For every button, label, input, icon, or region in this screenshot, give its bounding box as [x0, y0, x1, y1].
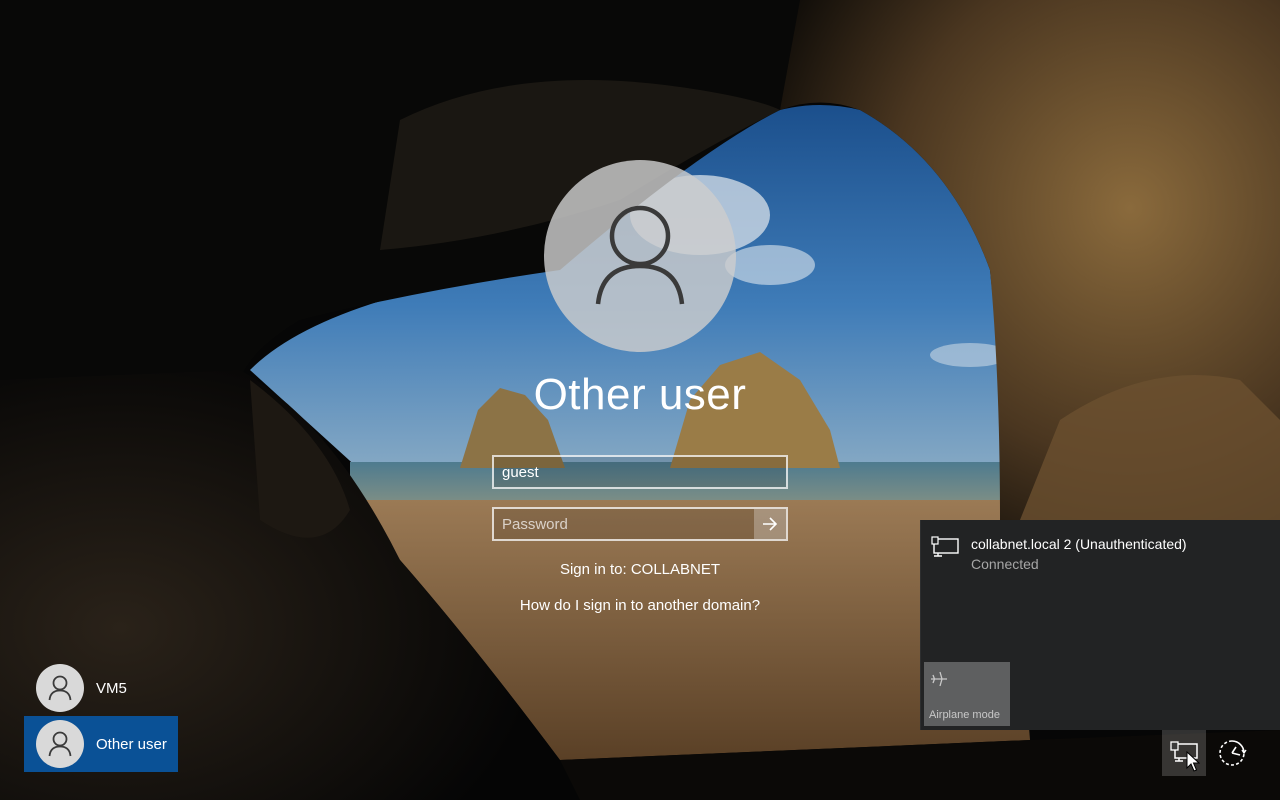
username-input[interactable]	[494, 457, 786, 487]
user-tile-name: VM5	[96, 679, 127, 697]
password-field-wrapper	[492, 507, 788, 541]
network-flyout: collabnet.local 2 (Unauthenticated) Conn…	[920, 520, 1280, 730]
user-tile-other-user[interactable]: Other user	[24, 716, 178, 772]
airplane-icon	[931, 671, 947, 687]
username-field-wrapper	[492, 455, 788, 489]
user-tile-name: Other user	[96, 735, 167, 753]
airplane-mode-toggle[interactable]: Airplane mode	[924, 662, 1010, 726]
user-list: VM5 Other user	[24, 660, 184, 772]
user-tile-vm5[interactable]: VM5	[24, 660, 178, 716]
network-name: collabnet.local 2 (Unauthenticated)	[971, 536, 1187, 552]
arrow-right-icon	[763, 517, 778, 531]
ease-of-access-button[interactable]	[1210, 730, 1254, 776]
person-icon	[48, 731, 72, 757]
person-icon	[595, 205, 685, 305]
user-avatar-small	[36, 664, 84, 712]
network-item[interactable]: collabnet.local 2 (Unauthenticated) Conn…	[931, 536, 1187, 572]
user-display-name: Other user	[533, 370, 747, 419]
other-domain-help-link[interactable]: How do I sign in to another domain?	[440, 597, 840, 614]
user-avatar-small	[36, 720, 84, 768]
mouse-cursor-icon	[1186, 751, 1200, 772]
airplane-mode-label: Airplane mode	[929, 709, 1000, 721]
ease-of-access-icon	[1219, 740, 1247, 766]
password-input[interactable]	[494, 509, 756, 539]
submit-button[interactable]	[754, 509, 786, 539]
ethernet-network-icon	[931, 536, 959, 557]
sign-in-domain-label: Sign in to: COLLABNET	[559, 561, 721, 578]
person-icon	[48, 675, 72, 701]
network-status: Connected	[971, 556, 1039, 572]
user-avatar	[544, 160, 736, 352]
